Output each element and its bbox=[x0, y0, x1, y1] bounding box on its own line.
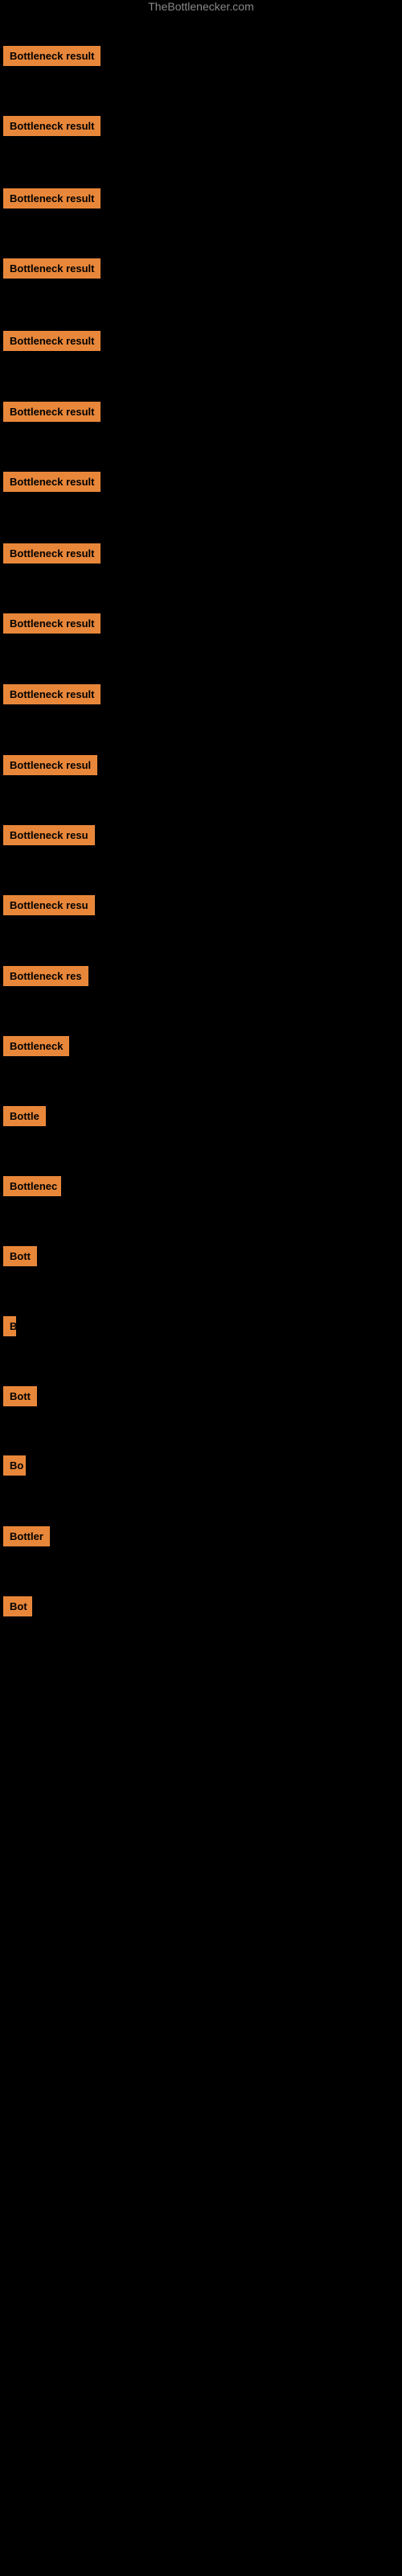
bottleneck-badge-4: Bottleneck result bbox=[3, 258, 100, 279]
bottleneck-badge-2: Bottleneck result bbox=[3, 116, 100, 136]
bottleneck-badge-8: Bottleneck result bbox=[3, 543, 100, 564]
bottleneck-badge-16: Bottle bbox=[3, 1106, 46, 1126]
bottleneck-badge-14: Bottleneck res bbox=[3, 966, 88, 986]
bottleneck-badge-12: Bottleneck resu bbox=[3, 825, 95, 845]
bottleneck-badge-17: Bottlenec bbox=[3, 1176, 61, 1196]
bottleneck-badge-10: Bottleneck result bbox=[3, 684, 100, 704]
bottleneck-badge-5: Bottleneck result bbox=[3, 331, 100, 351]
bottleneck-badge-7: Bottleneck result bbox=[3, 472, 100, 492]
bottleneck-badge-20: Bott bbox=[3, 1386, 37, 1406]
bottleneck-badge-22: Bottler bbox=[3, 1526, 50, 1546]
badges-container: Bottleneck result Bottleneck result Bottle… bbox=[0, 0, 402, 2576]
bottleneck-badge-21: Bo bbox=[3, 1455, 26, 1476]
bottleneck-badge-18: Bott bbox=[3, 1246, 37, 1266]
bottleneck-badge-11: Bottleneck resul bbox=[3, 755, 97, 775]
bottleneck-badge-3: Bottleneck result bbox=[3, 188, 100, 208]
bottleneck-badge-9: Bottleneck result bbox=[3, 613, 100, 634]
bottleneck-badge-1: Bottleneck result bbox=[3, 46, 100, 66]
bottleneck-badge-23: Bot bbox=[3, 1596, 32, 1616]
bottleneck-badge-15: Bottleneck bbox=[3, 1036, 69, 1056]
bottleneck-badge-19: B bbox=[3, 1316, 16, 1336]
bottleneck-badge-6: Bottleneck result bbox=[3, 402, 100, 422]
bottleneck-badge-13: Bottleneck resu bbox=[3, 895, 95, 915]
